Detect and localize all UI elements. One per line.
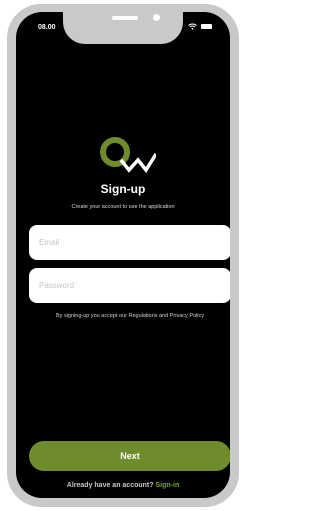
speaker-icon xyxy=(112,16,138,20)
phone-notch xyxy=(63,12,183,44)
page-subtitle: Create your account to use the applicati… xyxy=(71,204,175,210)
email-field[interactable] xyxy=(29,225,230,260)
page-title: Sign-up xyxy=(100,182,146,196)
wifi-icon xyxy=(188,23,197,30)
app-screen: 08.00 Sign-up Create your account to use… xyxy=(16,12,230,498)
qw-logo-icon xyxy=(100,137,156,174)
signin-prompt: Already have an account? xyxy=(66,482,154,489)
battery-icon xyxy=(201,24,212,29)
status-time: 08.00 xyxy=(38,24,56,31)
status-icons xyxy=(188,23,212,30)
terms-text: By signing-up you accept our Regulations… xyxy=(56,313,204,319)
next-button[interactable]: Next xyxy=(29,441,230,471)
password-field[interactable] xyxy=(29,268,230,303)
signin-prompt-line: Already have an account? Sign-in xyxy=(16,482,230,489)
camera-icon xyxy=(153,14,160,21)
signin-link[interactable]: Sign-in xyxy=(156,482,180,489)
